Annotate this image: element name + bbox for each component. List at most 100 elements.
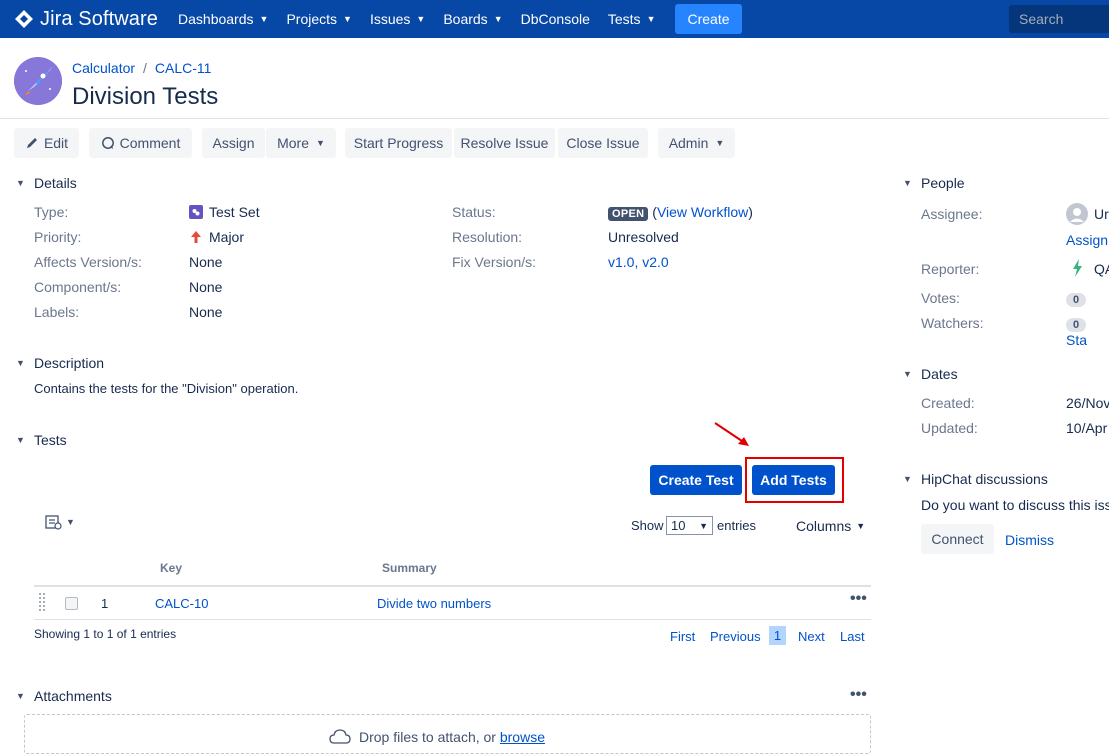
details-section-toggle[interactable]: ▼ Details	[16, 175, 77, 191]
pager-current-page[interactable]: 1	[769, 626, 786, 645]
header-divider	[0, 118, 1109, 119]
create-button[interactable]: Create	[675, 4, 742, 34]
chevron-down-icon: ▼	[259, 14, 269, 24]
view-workflow-link[interactable]: View Workflow	[657, 204, 748, 220]
dropzone-content: Drop files to attach, or browse	[329, 729, 545, 745]
pager-last[interactable]: Last	[840, 629, 865, 644]
row-checkbox[interactable]	[65, 597, 78, 610]
type-value: Test Set	[189, 204, 260, 220]
xray-logo-icon	[1073, 259, 1082, 277]
description-section-toggle[interactable]: ▼ Description	[16, 355, 104, 371]
nav-dbconsole-label: DbConsole	[520, 11, 590, 27]
reporter-label: Reporter:	[921, 261, 980, 277]
page-size-value: 10	[671, 518, 686, 533]
annotation-arrow	[714, 422, 749, 446]
tests-section-toggle[interactable]: ▼ Tests	[16, 432, 67, 448]
affects-version-value: None	[189, 254, 223, 270]
votes-count-badge[interactable]: 0	[1066, 293, 1087, 307]
hipchat-heading: HipChat discussions	[921, 471, 1048, 487]
chevron-down-icon: ▼	[699, 520, 708, 531]
reporter-value: QA	[1068, 258, 1109, 280]
entries-label: entries	[717, 518, 757, 533]
search-input[interactable]	[1009, 5, 1109, 33]
arrow-up-icon	[191, 231, 201, 243]
people-section-toggle[interactable]: ▼ People	[903, 175, 965, 191]
column-header-key[interactable]: Key	[160, 561, 182, 575]
chevron-down-icon: ▼	[903, 178, 912, 188]
more-label: More	[277, 135, 309, 151]
drag-handle-icon[interactable]	[39, 593, 47, 613]
attachments-heading: Attachments	[34, 688, 112, 704]
more-button[interactable]: More ▼	[266, 128, 336, 158]
breadcrumb-project-link[interactable]: Calculator	[72, 60, 135, 76]
dates-heading: Dates	[921, 366, 958, 382]
nav-projects[interactable]: Projects ▼	[286, 11, 352, 27]
fix-version-link[interactable]: v1.0, v2.0	[608, 254, 669, 270]
comment-icon	[101, 137, 114, 149]
breadcrumb-issue-key-link[interactable]: CALC-11	[155, 60, 212, 76]
dismiss-link[interactable]: Dismiss	[1005, 532, 1054, 548]
chevron-down-icon: ▼	[16, 435, 25, 445]
edit-label: Edit	[43, 135, 69, 151]
admin-button[interactable]: Admin ▼	[658, 128, 735, 158]
nav-dbconsole[interactable]: DbConsole	[521, 11, 590, 27]
chevron-down-icon: ▼	[903, 474, 912, 484]
component-label: Component/s:	[34, 279, 122, 295]
nav-issues[interactable]: Issues ▼	[370, 11, 425, 27]
attachments-more-icon[interactable]: •••	[850, 686, 867, 704]
columns-menu[interactable]: Columns ▼	[796, 518, 865, 534]
chevron-down-icon: ▼	[646, 14, 656, 24]
status-value: OPEN (View Workflow)	[608, 204, 753, 221]
dates-section-toggle[interactable]: ▼ Dates	[903, 366, 958, 382]
priority-label: Priority:	[34, 229, 82, 245]
chevron-down-icon: ▼	[66, 517, 75, 527]
project-avatar[interactable]	[14, 57, 62, 105]
show-label: Show	[631, 518, 664, 533]
row-index: 1	[101, 596, 109, 611]
nav-dashboards[interactable]: Dashboards ▼	[178, 11, 268, 27]
comment-button[interactable]: Comment	[89, 128, 192, 158]
hipchat-section-toggle[interactable]: ▼ HipChat discussions	[903, 471, 1048, 487]
attachment-dropzone[interactable]: Drop files to attach, or browse	[24, 714, 871, 754]
details-heading: Details	[34, 175, 77, 191]
column-header-summary[interactable]: Summary	[382, 561, 437, 575]
created-label: Created:	[921, 395, 975, 411]
updated-label: Updated:	[921, 420, 978, 436]
row-more-actions-icon[interactable]: •••	[850, 590, 867, 608]
assignee-name: Ur	[1094, 206, 1109, 222]
start-watching-link[interactable]: Sta	[1066, 332, 1087, 348]
pager-first[interactable]: First	[670, 629, 695, 644]
close-issue-button[interactable]: Close Issue	[558, 128, 648, 158]
edit-button[interactable]: Edit	[14, 128, 79, 158]
pager-next[interactable]: Next	[798, 629, 825, 644]
hipchat-prompt: Do you want to discuss this iss	[921, 497, 1109, 513]
pager-previous[interactable]: Previous	[710, 629, 761, 644]
watchers-count-badge[interactable]: 0	[1066, 318, 1087, 332]
attachments-section-toggle[interactable]: ▼ Attachments	[16, 688, 112, 704]
connect-button[interactable]: Connect	[921, 524, 994, 554]
fix-version-label: Fix Version/s:	[452, 254, 537, 270]
assign-button[interactable]: Assign	[202, 128, 265, 158]
assign-to-me-link[interactable]: Assign	[1066, 232, 1108, 248]
create-test-button[interactable]: Create Test	[650, 465, 742, 495]
dropzone-text: Drop files to attach, or	[359, 729, 496, 745]
updated-value: 10/Apr	[1066, 420, 1108, 436]
row-key-link[interactable]: CALC-10	[155, 596, 208, 611]
labels-value: None	[189, 304, 223, 320]
table-options-menu[interactable]: ▼	[45, 514, 75, 530]
pencil-icon	[26, 138, 37, 148]
row-summary-link[interactable]: Divide two numbers	[377, 596, 491, 611]
chevron-down-icon: ▼	[16, 358, 25, 368]
priority-value: Major	[189, 229, 244, 245]
browse-link[interactable]: browse	[500, 729, 545, 745]
nav-boards[interactable]: Boards ▼	[443, 11, 502, 27]
nav-tests[interactable]: Tests ▼	[608, 11, 656, 27]
votes-label: Votes:	[921, 290, 960, 306]
top-navigation: Jira Software Dashboards ▼ Projects ▼ Issu…	[0, 0, 1109, 38]
start-progress-button[interactable]: Start Progress	[345, 128, 452, 158]
page-size-select[interactable]: 10 ▼	[666, 516, 713, 535]
watchers-value: 0 Sta	[1066, 315, 1109, 348]
resolve-issue-button[interactable]: Resolve Issue	[454, 128, 555, 158]
caret-down-icon: ▼	[856, 521, 866, 531]
jira-logo[interactable]: Jira Software	[14, 8, 158, 31]
